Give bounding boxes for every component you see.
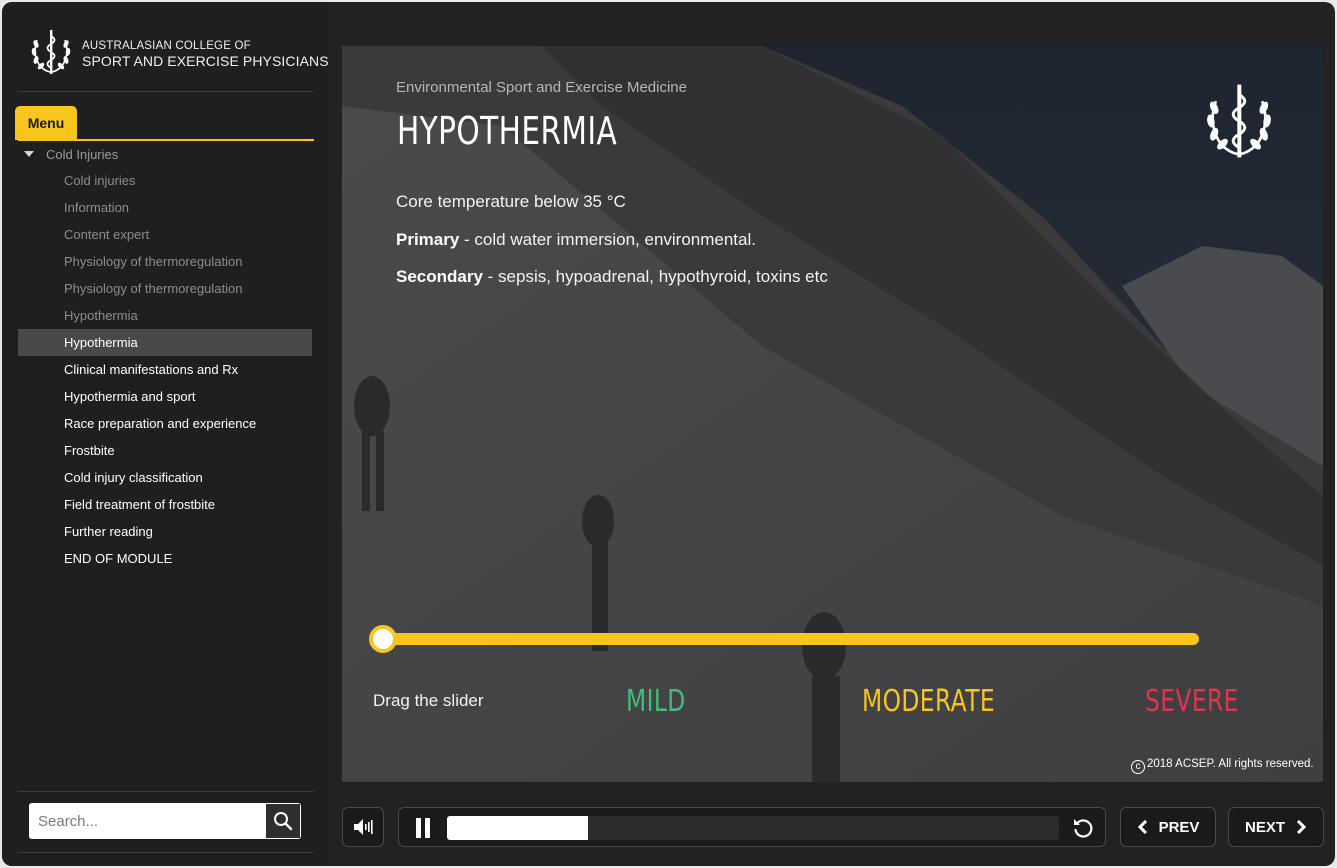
replay-icon (1074, 819, 1093, 838)
slide-title: HYPOTHERMIA (397, 109, 618, 153)
level-moderate: MODERATE (862, 684, 996, 719)
player-window: AUSTRALASIAN COLLEGE OF SPORT AND EXERCI… (2, 2, 1335, 866)
menu-item[interactable]: Cold injuries (18, 167, 312, 194)
seek-bar[interactable] (447, 816, 1059, 840)
level-severe: SEVERE (1145, 684, 1239, 719)
divider (18, 791, 314, 792)
slide-text-bold: Primary (396, 230, 460, 249)
slide-subtitle: Environmental Sport and Exercise Medicin… (396, 79, 687, 96)
copyright-notice: c 2018 ACSEP. All rights reserved. (1131, 758, 1314, 774)
divider (18, 852, 314, 853)
slide-text-line: Core temperature below 35 °C (396, 192, 626, 212)
menu-item[interactable]: Further reading (18, 518, 312, 545)
menu-item[interactable]: Race preparation and experience (18, 410, 312, 437)
pause-button[interactable] (413, 818, 433, 838)
sidebar: AUSTRALASIAN COLLEGE OF SPORT AND EXERCI… (2, 2, 329, 866)
brand-line-2: SPORT AND EXERCISE PHYSICIANS (82, 53, 329, 69)
menu-item[interactable]: Cold injury classification (18, 464, 312, 491)
menu-item[interactable]: Frostbite (18, 437, 312, 464)
menu-tab[interactable]: Menu (15, 106, 77, 140)
menu-item[interactable]: Hypothermia and sport (18, 383, 312, 410)
playback-bar (398, 807, 1106, 847)
menu-item[interactable]: Physiology of thermoregulation (18, 275, 312, 302)
copyright-icon: c (1131, 760, 1145, 774)
speaker-icon (354, 819, 373, 835)
menu-item[interactable]: Field treatment of frostbite (18, 491, 312, 518)
caret-down-icon (24, 151, 34, 157)
menu-section-label: Cold Injuries (46, 146, 119, 162)
menu-item[interactable]: Information (18, 194, 312, 221)
slide-canvas: Environmental Sport and Exercise Medicin… (342, 46, 1323, 782)
search-box (29, 803, 301, 839)
menu-item[interactable]: Hypothermia (18, 302, 312, 329)
severity-slider-handle[interactable] (369, 625, 397, 653)
menu-item-active[interactable]: Hypothermia (18, 329, 312, 356)
copyright-text: 2018 ACSEP. All rights reserved. (1147, 758, 1314, 770)
chevron-left-icon (1137, 820, 1147, 834)
brand-header: AUSTRALASIAN COLLEGE OF SPORT AND EXERCI… (18, 20, 329, 92)
slide-text-line: Secondary - sepsis, hypoadrenal, hypothy… (396, 267, 828, 287)
level-mild: MILD (626, 684, 686, 719)
slide-text: Core temperature below 35 °C (396, 192, 626, 211)
chevron-right-icon (1296, 820, 1307, 834)
search-input[interactable] (29, 803, 265, 839)
menu-item[interactable]: Clinical manifestations and Rx (18, 356, 312, 383)
volume-button[interactable] (342, 807, 384, 847)
slide-text: - sepsis, hypoadrenal, hypothyroid, toxi… (482, 267, 828, 286)
caduceus-wreath-logo (1207, 84, 1271, 158)
menu-section-cold-injuries[interactable]: Cold Injuries (18, 141, 312, 167)
brand-line-1: AUSTRALASIAN COLLEGE OF (82, 40, 251, 52)
menu-item[interactable]: Physiology of thermoregulation (18, 248, 312, 275)
replay-button[interactable] (1071, 816, 1095, 840)
slide-text-line: Primary - cold water immersion, environm… (396, 230, 756, 250)
caduceus-wreath-logo (31, 30, 71, 74)
menu-item[interactable]: Content expert (18, 221, 312, 248)
next-button[interactable]: NEXT (1228, 807, 1324, 847)
search-icon (274, 812, 293, 831)
severity-slider-track[interactable] (383, 633, 1199, 645)
prev-label: PREV (1158, 818, 1200, 836)
slider-instruction: Drag the slider (373, 691, 484, 710)
search-button[interactable] (265, 803, 301, 839)
slide-text-bold: Secondary (396, 267, 483, 286)
prev-button[interactable]: PREV (1120, 807, 1216, 847)
menu-item[interactable]: END OF MODULE (18, 545, 312, 572)
mountain-background-image (342, 46, 1323, 782)
next-label: NEXT (1244, 818, 1285, 836)
slide-text: - cold water immersion, environmental. (459, 230, 756, 249)
seek-progress (447, 816, 588, 840)
menu-list: Cold Injuries Cold injuries Information … (18, 141, 312, 572)
